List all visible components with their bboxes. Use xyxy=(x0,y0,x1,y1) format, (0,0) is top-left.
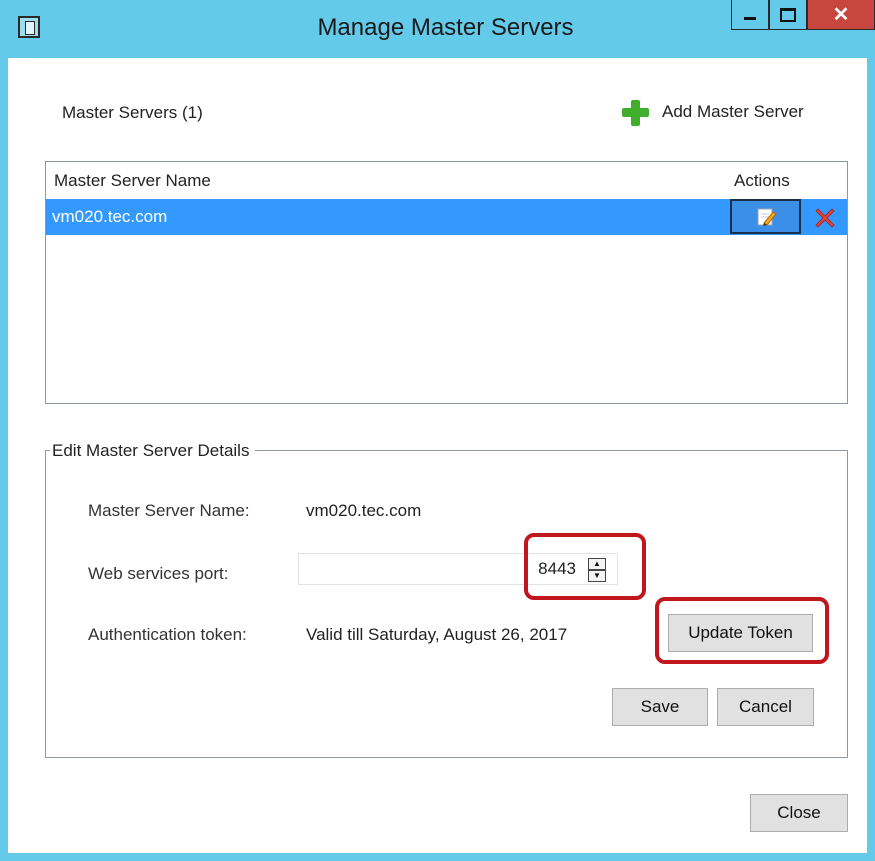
update-token-highlight-box xyxy=(655,597,829,664)
close-window-button[interactable]: ✕ xyxy=(807,0,875,30)
window-controls: ✕ xyxy=(731,0,875,36)
master-servers-table: Master Server Name Actions vm020.tec.com xyxy=(45,161,848,404)
column-header-name[interactable]: Master Server Name xyxy=(54,171,211,191)
minimize-icon xyxy=(744,17,756,20)
close-button[interactable]: Close xyxy=(750,794,848,832)
add-master-server-button[interactable]: Add Master Server xyxy=(622,97,804,127)
delete-x-icon xyxy=(815,208,835,228)
delete-server-button[interactable] xyxy=(810,203,840,231)
edit-icon xyxy=(757,208,777,226)
maximize-button[interactable] xyxy=(769,0,807,30)
column-header-actions[interactable]: Actions xyxy=(734,171,790,191)
servers-count-label: Master Servers (1) xyxy=(62,103,203,122)
table-header: Master Server Name Actions xyxy=(46,162,847,198)
table-row[interactable]: vm020.tec.com xyxy=(46,199,847,235)
server-name-cell: vm020.tec.com xyxy=(52,207,168,226)
master-server-name-value: vm020.tec.com xyxy=(306,501,422,520)
web-services-port-label: Web services port: xyxy=(88,564,229,583)
add-master-server-label: Add Master Server xyxy=(662,102,804,121)
maximize-icon xyxy=(780,7,796,22)
close-icon: ✕ xyxy=(832,4,850,26)
minimize-button[interactable] xyxy=(731,0,769,30)
authentication-token-value: Valid till Saturday, August 26, 2017 xyxy=(306,625,568,644)
edit-server-button[interactable] xyxy=(730,199,801,234)
master-server-name-label: Master Server Name: xyxy=(88,501,250,520)
plus-icon xyxy=(622,99,649,126)
title-bar[interactable]: Manage Master Servers ✕ xyxy=(8,0,875,58)
authentication-token-label: Authentication token: xyxy=(88,625,247,644)
save-button[interactable]: Save xyxy=(612,688,708,726)
port-highlight-box xyxy=(524,533,646,600)
cancel-button[interactable]: Cancel xyxy=(717,688,814,726)
group-legend: Edit Master Server Details xyxy=(50,441,256,461)
dialog-window: Manage Master Servers ✕ Master Servers (… xyxy=(0,0,875,861)
